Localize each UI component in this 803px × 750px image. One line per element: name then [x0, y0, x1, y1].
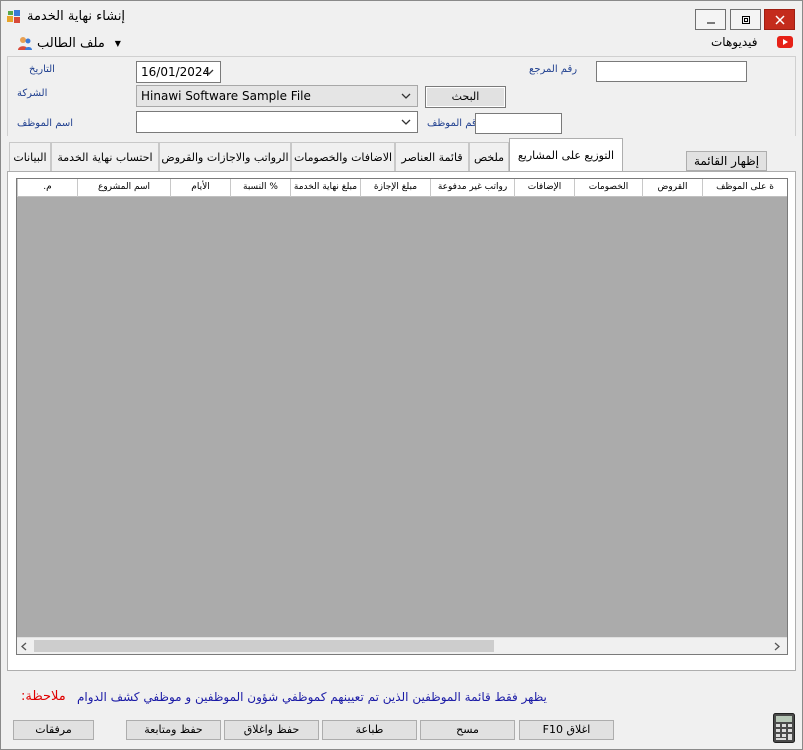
- note-label: ملاحظة:: [21, 689, 66, 704]
- minimize-icon: [706, 22, 715, 23]
- restore-button[interactable]: [730, 9, 761, 30]
- dropdown-arrow-icon: ▼: [114, 38, 121, 48]
- column-header[interactable]: م.: [17, 179, 77, 197]
- note-text: يظهر فقط قائمة الموظفين الذين تم تعيينهم…: [77, 690, 547, 704]
- column-header[interactable]: اسم المشروع: [77, 179, 170, 197]
- clear-button[interactable]: مسح: [420, 720, 515, 740]
- company-select[interactable]: Hinawi Software Sample File: [136, 85, 418, 107]
- student-file-label: ملف الطالب: [37, 35, 105, 51]
- save-and-continue-button[interactable]: حفظ ومتابعة: [126, 720, 221, 740]
- chevron-down-icon: [401, 93, 411, 99]
- tab-data[interactable]: البيانات: [9, 142, 51, 172]
- tab-additions-deductions[interactable]: الاضافات والخصومات: [291, 142, 395, 172]
- close-icon: [774, 14, 785, 25]
- tab-panel: م. اسم المشروع الأيام % النسبة مبلغ نهاي…: [7, 171, 796, 671]
- save-and-close-button[interactable]: حفظ واغلاق: [224, 720, 319, 740]
- toolbar: ملف الطالب ▼ فيديوهات: [1, 32, 802, 56]
- date-label: التاريخ: [29, 64, 55, 75]
- chevron-down-icon: [401, 119, 411, 125]
- youtube-icon: [777, 36, 794, 48]
- restore-icon: [741, 15, 750, 24]
- grid-header: م. اسم المشروع الأيام % النسبة مبلغ نهاي…: [17, 179, 787, 197]
- column-header[interactable]: % النسبة: [230, 179, 290, 197]
- column-header[interactable]: الأيام: [170, 179, 230, 197]
- main-window: إنشاء نهاية الخدمة ملف الطالب ▼ فيديوهات: [0, 0, 803, 750]
- show-list-button[interactable]: إظهار القائمة: [686, 151, 767, 171]
- tab-items-list[interactable]: قائمة العناصر: [395, 142, 469, 172]
- company-value: Hinawi Software Sample File: [141, 89, 311, 103]
- attachments-button[interactable]: مرفقات: [13, 720, 94, 740]
- horizontal-scrollbar[interactable]: [17, 637, 787, 654]
- scroll-left-icon[interactable]: [20, 642, 28, 651]
- title-bar: إنشاء نهاية الخدمة: [1, 1, 802, 32]
- data-grid[interactable]: م. اسم المشروع الأيام % النسبة مبلغ نهاي…: [16, 178, 788, 655]
- column-header[interactable]: القروض: [642, 179, 702, 197]
- employee-number-label: رقم الموظف: [427, 118, 482, 129]
- minimize-button[interactable]: [695, 9, 726, 30]
- employee-number-input[interactable]: [475, 113, 562, 134]
- search-button[interactable]: البحث: [425, 86, 506, 108]
- tab-project-distribution[interactable]: التوزيع على المشاريع: [509, 138, 623, 172]
- app-icon: [7, 10, 20, 23]
- column-header[interactable]: مبلغ الإجازة: [360, 179, 430, 197]
- column-header[interactable]: مبلغ نهاية الخدمة: [290, 179, 360, 197]
- tab-salaries-leaves-loans[interactable]: الرواتب والاجازات والقروض: [159, 142, 291, 172]
- employee-name-label: اسم الموظف: [17, 118, 74, 129]
- print-button[interactable]: طباعة: [322, 720, 417, 740]
- scrollbar-thumb[interactable]: [34, 640, 494, 652]
- tab-summary[interactable]: ملخص: [469, 142, 509, 172]
- date-picker[interactable]: 16/01/2024: [136, 61, 221, 83]
- close-window-button[interactable]: [764, 9, 795, 30]
- date-value: 16/01/2024: [141, 65, 211, 79]
- column-header[interactable]: رواتب غير مدفوعة: [430, 179, 514, 197]
- videos-label: فيديوهات: [711, 35, 758, 49]
- reference-label: رقم المرجع: [529, 64, 578, 75]
- column-header[interactable]: الإضافات: [514, 179, 574, 197]
- company-label: الشركة: [17, 88, 48, 99]
- reference-input[interactable]: [596, 61, 747, 82]
- videos-link[interactable]: فيديوهات: [711, 35, 794, 49]
- column-header[interactable]: ة على الموظف: [702, 179, 787, 197]
- window-title: إنشاء نهاية الخدمة: [27, 9, 126, 24]
- student-file-menu[interactable]: ملف الطالب ▼: [17, 35, 121, 51]
- tab-end-of-service-calc[interactable]: احتساب نهاية الخدمة: [51, 142, 159, 172]
- calculator-icon[interactable]: [773, 713, 795, 743]
- users-icon: [18, 37, 32, 50]
- chevron-down-icon: [204, 69, 214, 75]
- close-f10-button[interactable]: F10 اغلاق: [519, 720, 614, 740]
- scroll-right-icon[interactable]: [773, 642, 781, 651]
- employee-name-select[interactable]: [136, 111, 418, 133]
- column-header[interactable]: الخصومات: [574, 179, 642, 197]
